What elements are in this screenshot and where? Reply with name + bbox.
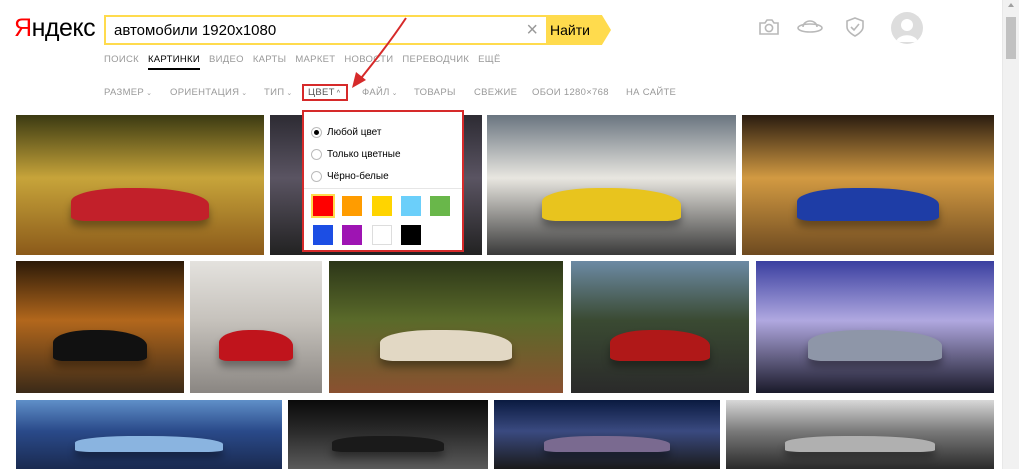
filter-site[interactable]: НА САЙТЕ xyxy=(626,87,676,98)
clear-icon[interactable]: × xyxy=(526,19,538,41)
chevron-down-icon: ⌄ xyxy=(146,90,153,97)
filter-size-label: РАЗМЕР xyxy=(104,87,145,98)
yandex-logo[interactable]: Яндекс xyxy=(14,14,96,43)
filter-size[interactable]: РАЗМЕР ⌄ xyxy=(104,87,152,98)
saturn-icon[interactable] xyxy=(797,18,823,41)
search-button[interactable]: Найти xyxy=(546,15,611,45)
chevron-down-icon: ⌄ xyxy=(241,90,248,97)
radio-icon xyxy=(311,149,322,160)
annotation-arrow-icon xyxy=(352,17,407,88)
color-swatch-white[interactable] xyxy=(372,225,392,245)
divider xyxy=(304,188,462,189)
color-option-any-label: Любой цвет xyxy=(327,127,382,138)
chevron-down-icon: ⌄ xyxy=(286,90,293,97)
image-thumbnail-red-ferrari-white[interactable] xyxy=(190,261,322,393)
tab-more[interactable]: ЕЩЁ xyxy=(478,54,500,70)
car-shape xyxy=(784,435,936,453)
scroll-up-icon[interactable] xyxy=(1008,3,1014,7)
image-thumbnail-white-red-ferrari-trees[interactable] xyxy=(329,261,563,393)
image-thumbnail-sky-horizon[interactable] xyxy=(16,400,282,469)
filter-type-label: ТИП xyxy=(264,87,285,98)
color-option-any[interactable]: Любой цвет xyxy=(311,127,381,138)
color-swatch-red[interactable] xyxy=(311,194,335,218)
chevron-down-icon: ⌄ xyxy=(391,90,398,97)
image-thumbnail-silver-camaro-purple[interactable] xyxy=(756,261,994,393)
car-shape xyxy=(70,187,210,222)
color-option-bw[interactable]: Чёрно-белые xyxy=(311,171,389,182)
color-swatch-yellow[interactable] xyxy=(372,196,392,216)
color-dropdown: Любой цвет Только цветные Чёрно-белые xyxy=(302,110,464,252)
color-swatch-violet[interactable] xyxy=(342,225,362,245)
color-swatch-green[interactable] xyxy=(430,196,450,216)
avatar[interactable] xyxy=(891,12,923,44)
radio-selected-icon xyxy=(311,127,322,138)
search-input[interactable] xyxy=(106,17,514,43)
scrollbar[interactable] xyxy=(1002,0,1019,469)
image-thumbnail-dark-garage[interactable] xyxy=(288,400,488,469)
car-shape xyxy=(332,435,444,453)
service-nav: ПОИСК КАРТИНКИ ВИДЕО КАРТЫ МАРКЕТ НОВОСТ… xyxy=(104,54,510,70)
scrollbar-thumb[interactable] xyxy=(1006,17,1016,59)
color-option-colored[interactable]: Только цветные xyxy=(311,149,401,160)
logo-rest: ндекс xyxy=(31,14,96,42)
car-shape xyxy=(797,187,939,222)
image-thumbnail-red-mustang-hills[interactable] xyxy=(571,261,749,393)
color-swatch-cyan[interactable] xyxy=(401,196,421,216)
shield-icon[interactable] xyxy=(846,17,864,42)
car-shape xyxy=(541,187,682,222)
car-shape xyxy=(610,329,710,362)
car-shape xyxy=(543,435,671,453)
filter-fresh[interactable]: СВЕЖИЕ xyxy=(474,87,517,98)
color-option-colored-label: Только цветные xyxy=(327,149,401,160)
car-shape xyxy=(219,329,293,362)
image-thumbnail-sports-car-city-art[interactable] xyxy=(726,400,994,469)
image-thumbnail-yellow-and-red-supercars[interactable] xyxy=(487,115,736,255)
color-swatch-orange[interactable] xyxy=(342,196,362,216)
tab-search[interactable]: ПОИСК xyxy=(104,54,139,70)
color-option-bw-label: Чёрно-белые xyxy=(327,171,389,182)
color-swatch-black[interactable] xyxy=(401,225,421,245)
image-thumbnail-black-gtr-autumn[interactable] xyxy=(16,261,184,393)
filter-orientation-label: ОРИЕНТАЦИЯ xyxy=(170,87,240,98)
filter-type[interactable]: ТИП ⌄ xyxy=(264,87,293,98)
image-thumbnail-blue-mustang-sunset[interactable] xyxy=(742,115,994,255)
car-shape xyxy=(52,329,148,362)
car-shape xyxy=(74,435,224,453)
filter-orientation[interactable]: ОРИЕНТАЦИЯ ⌄ xyxy=(170,87,247,98)
camera-icon[interactable] xyxy=(758,18,780,41)
tab-translate[interactable]: ПЕРЕВОДЧИК xyxy=(402,54,469,70)
radio-icon xyxy=(311,171,322,182)
filter-wallpaper[interactable]: ОБОИ 1280×768 xyxy=(532,87,609,98)
car-shape xyxy=(380,329,512,362)
color-swatch-blue[interactable] xyxy=(313,225,333,245)
search-box: × xyxy=(104,15,546,45)
tab-market[interactable]: МАРКЕТ xyxy=(295,54,335,70)
car-shape xyxy=(808,329,942,362)
logo-first-letter: Я xyxy=(14,14,32,42)
image-thumbnail-red-sports-car-autumn[interactable] xyxy=(16,115,264,255)
tab-video[interactable]: ВИДЕО xyxy=(209,54,244,70)
tab-maps[interactable]: КАРТЫ xyxy=(253,54,287,70)
image-thumbnail-car-night-city[interactable] xyxy=(494,400,720,469)
tab-images[interactable]: КАРТИНКИ xyxy=(147,54,200,70)
filter-goods[interactable]: ТОВАРЫ xyxy=(414,87,456,98)
